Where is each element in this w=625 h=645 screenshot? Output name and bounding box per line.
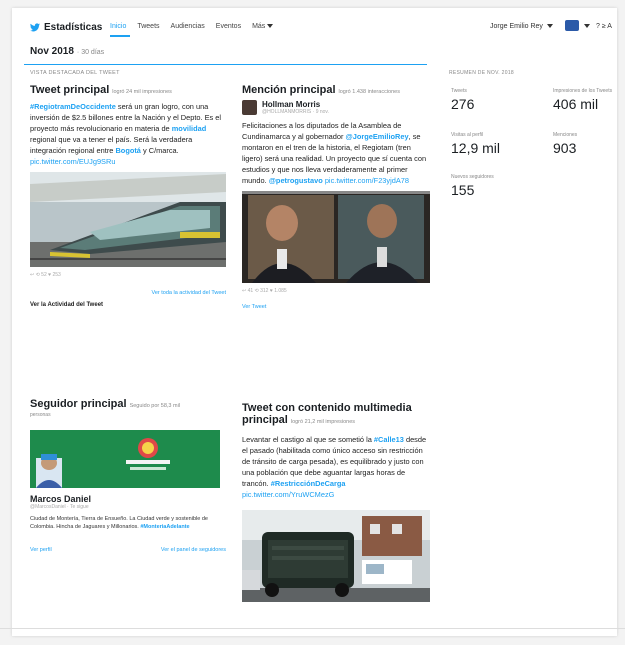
stat-label: Impresiones de los Tweets xyxy=(553,88,613,94)
stat-profile-visits: Visitas al perfil 12,9 mil xyxy=(451,132,500,156)
period-title: Nov 2018 · 30 días xyxy=(30,46,104,57)
brand-label: Estadísticas xyxy=(44,22,103,33)
stat-value: 276 xyxy=(451,96,475,112)
train-photo[interactable] xyxy=(30,172,226,267)
stat-mentions: Menciones 903 xyxy=(553,132,577,156)
stat-label: Menciones xyxy=(553,132,578,138)
section-divider xyxy=(24,64,427,65)
mention-link[interactable]: @petrogustavo xyxy=(269,176,323,185)
mention-image xyxy=(242,191,430,283)
top-mention-title: Mención principal xyxy=(242,84,336,96)
account-avatar-icon[interactable] xyxy=(565,20,579,31)
top-navigation: Estadísticas Inicio Tweets Audiencias Ev… xyxy=(12,8,617,48)
follower-handle: @MarcosDaniel · Te sigue xyxy=(30,504,89,510)
tweet-engagement-stats: ↩ ⟲ 52 ♥ 253 xyxy=(30,272,61,278)
view-profile-link[interactable]: Ver perfil xyxy=(30,547,52,553)
all-activity-link[interactable]: Ver la Actividad del Tweet xyxy=(30,302,226,308)
mention-author[interactable]: Hollman Morris @HOLLMANMORRIS · 9 nov. xyxy=(242,100,430,115)
stat-label: Visitas al perfil xyxy=(451,132,484,138)
follower-links: Ver perfil Ver el panel de seguidores xyxy=(30,547,226,553)
hashtag-link[interactable]: #Calle13 xyxy=(374,435,404,444)
period-label: Nov 2018 xyxy=(30,46,74,57)
stat-impressions: Impresiones de los Tweets 406 mil xyxy=(553,88,612,112)
stat-new-followers: Nuevos seguidores 155 xyxy=(451,174,494,198)
summary-heading: RESUMEN DE NOV. 2018 xyxy=(449,70,515,76)
page-bottom-border xyxy=(0,628,625,629)
top-mention-subtitle: logró 1.438 interacciones xyxy=(338,89,400,95)
analytics-page: Estadísticas Inicio Tweets Audiencias Ev… xyxy=(12,8,617,636)
hashtag-link[interactable]: Bogotá xyxy=(115,146,140,155)
active-tab-indicator xyxy=(110,35,130,37)
hashtag-link[interactable]: #MonteriaAdelante xyxy=(140,524,189,530)
mention-link[interactable]: @JorgeEmilioRey xyxy=(346,132,409,141)
main-nav: Inicio Tweets Audiencias Eventos Más xyxy=(110,23,274,30)
stat-label: Tweets xyxy=(451,88,467,94)
mention-photo[interactable] xyxy=(242,191,430,283)
tweet-text: Felicitaciones a los diputados de la Asa… xyxy=(242,120,430,186)
user-name: Jorge Emilio Rey xyxy=(490,23,543,30)
user-menu[interactable]: Jorge Emilio Rey xyxy=(490,23,553,30)
hashtag-link[interactable]: #RestricciónDeCarga xyxy=(271,479,346,488)
media-link[interactable]: pic.twitter.com/EUJg9SRu xyxy=(30,157,115,166)
nav-item-audiencias[interactable]: Audiencias xyxy=(171,23,205,30)
stat-tweets: Tweets 276 xyxy=(451,88,474,112)
top-media-subtitle: logró 21,2 mil impresiones xyxy=(290,419,356,425)
mention-engagement-stats: ↩ 41 ⟲ 312 ♥ 1.085 xyxy=(242,288,287,294)
media-link[interactable]: pic.twitter.com/F23yjdA78 xyxy=(325,176,409,185)
stat-label: Nuevos seguidores xyxy=(451,174,494,180)
top-tweet-subtitle: logró 24 mil impresiones xyxy=(112,89,172,95)
tweet-text: Levantar el castigo al que se sometió la… xyxy=(242,434,430,500)
follower-banner-image xyxy=(30,430,220,488)
brand[interactable]: Estadísticas xyxy=(30,22,102,33)
avatar xyxy=(242,100,257,115)
follower-bio: Ciudad de Montería, Tierra de Ensueño. L… xyxy=(30,515,226,531)
period-days: · 30 días xyxy=(76,49,105,56)
follower-name[interactable]: Marcos Daniel xyxy=(30,494,226,504)
stat-value: 903 xyxy=(553,140,577,156)
train-image xyxy=(30,172,226,267)
media-photo[interactable] xyxy=(242,510,430,602)
media-link[interactable]: pic.twitter.com/YruWCMezG xyxy=(242,490,334,499)
top-follower-subtitle-2: personas xyxy=(30,412,51,418)
view-tweet-link[interactable]: Ver Tweet xyxy=(242,304,430,310)
nav-item-inicio[interactable]: Inicio xyxy=(110,23,126,30)
top-mention-card: Mención principal logró 1.438 interaccion… xyxy=(242,84,430,310)
chevron-down-icon xyxy=(546,24,553,29)
language-menu[interactable]: ? ≥ A xyxy=(596,23,612,30)
nav-item-tweets[interactable]: Tweets xyxy=(137,23,159,30)
tweet-activity-link[interactable]: Ver toda la actividad del Tweet xyxy=(30,290,226,296)
follower-banner[interactable] xyxy=(30,430,220,488)
stat-value: 12,9 mil xyxy=(451,140,501,156)
stat-value: 155 xyxy=(451,182,475,198)
author-name: Hollman Morris xyxy=(262,100,321,109)
nav-item-mas-label: Más xyxy=(252,23,266,30)
card-title: Mención principal logró 1.438 interaccion… xyxy=(242,84,430,96)
section-label: VISTA DESTACADA DEL TWEET xyxy=(30,70,120,76)
card-title: Seguidor principal Seguido por 58,3 mil xyxy=(30,398,226,410)
twitter-bird-icon xyxy=(30,23,40,32)
truck-image xyxy=(242,510,430,602)
card-title: Tweet con contenido multimedia principal… xyxy=(242,402,430,426)
top-follower-title: Seguidor principal xyxy=(30,398,127,410)
top-follower-subtitle: Seguido por 58,3 mil xyxy=(129,403,181,409)
stat-value: 406 mil xyxy=(553,96,599,112)
followers-panel-link[interactable]: Ver el panel de seguidores xyxy=(161,547,226,553)
chevron-down-icon[interactable] xyxy=(584,24,590,28)
top-follower-card: Seguidor principal Seguido por 58,3 mil p… xyxy=(30,398,226,553)
tweet-text-part: y C/marca. xyxy=(142,146,179,155)
hashtag-link[interactable]: #RegiotramDeOccidente xyxy=(30,102,116,111)
card-title: Tweet principal logró 24 mil impresiones xyxy=(30,84,226,96)
nav-item-mas[interactable]: Más xyxy=(252,23,274,30)
tweet-text-part: Levantar el castigo al que se sometió la xyxy=(242,435,372,444)
author-handle: @HOLLMANMORRIS · 9 nov. xyxy=(262,109,329,115)
nav-item-eventos[interactable]: Eventos xyxy=(216,23,241,30)
top-tweet-card: Tweet principal logró 24 mil impresiones … xyxy=(30,84,226,308)
chevron-down-icon xyxy=(267,24,274,29)
top-tweet-title: Tweet principal xyxy=(30,84,110,96)
tweet-text: #RegiotramDeOccidente será un gran logro… xyxy=(30,101,226,167)
top-media-tweet-card: Tweet con contenido multimedia principal… xyxy=(242,402,430,602)
summary-panel: RESUMEN DE NOV. 2018 Tweets 276 Impresio… xyxy=(449,70,617,198)
hashtag-link[interactable]: movilidad xyxy=(172,124,207,133)
